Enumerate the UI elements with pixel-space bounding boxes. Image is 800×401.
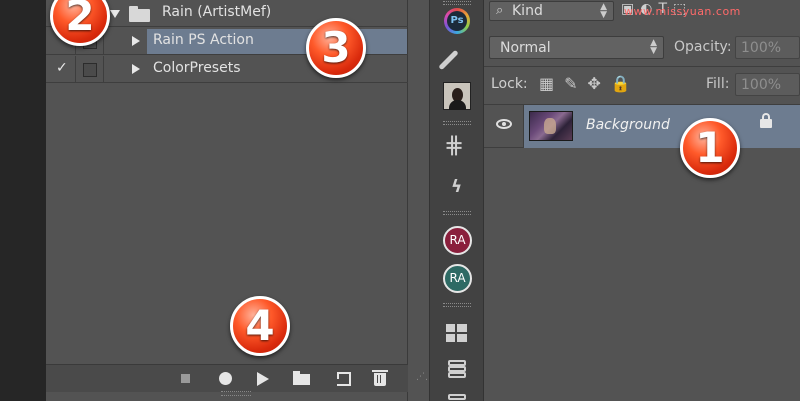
strip-separator[interactable] (443, 303, 471, 307)
tiles-icon[interactable] (446, 324, 467, 342)
dialog-toggle-box[interactable] (83, 63, 97, 77)
toggle-item-cell[interactable]: ✓ (46, 56, 76, 82)
visibility-toggle[interactable] (484, 105, 524, 148)
blend-mode-dropdown[interactable]: Normal ▲ ▼ (489, 36, 664, 59)
callout-3: 3 (306, 18, 366, 78)
expand-triangle-right-icon[interactable] (132, 36, 140, 46)
bolt-glyph: ϟ (451, 177, 463, 197)
kind-filter-label: Kind (512, 3, 543, 19)
dialog-toggle-cell[interactable] (76, 56, 104, 82)
brush-shape (438, 49, 459, 71)
callout-4: 4 (230, 296, 290, 356)
panel-divider (484, 66, 800, 67)
ps-badge-label: Ps (447, 11, 467, 31)
left-gutter (0, 0, 46, 401)
panel-drag-handle[interactable] (221, 391, 251, 396)
new-set-folder-icon[interactable] (293, 371, 310, 385)
checkmark-icon[interactable]: ✓ (56, 60, 68, 76)
layer-name[interactable]: Background (586, 117, 670, 133)
fill-value: 100% (741, 77, 782, 93)
search-icon: ⌕ (496, 3, 504, 18)
callout-1: 1 (680, 118, 740, 178)
strip-separator[interactable] (443, 211, 471, 215)
action-set-label: Rain (ArtistMef) (162, 4, 272, 20)
strip-separator[interactable] (443, 121, 471, 125)
dropdown-arrows-icon: ▲ ▼ (650, 38, 657, 56)
expand-triangle-right-icon[interactable] (132, 64, 140, 74)
grid-glyph: ⋕ (444, 131, 465, 159)
dropdown-arrows-icon: ▲ ▼ (600, 2, 607, 20)
expand-triangle-down-icon[interactable] (110, 10, 120, 18)
layers-icon[interactable] (446, 394, 468, 401)
opacity-label: Opacity: (674, 39, 732, 55)
eye-icon[interactable] (496, 119, 512, 129)
new-action-icon[interactable] (337, 372, 351, 386)
grid-icon[interactable]: ⋕ (442, 131, 472, 161)
brush-icon[interactable] (438, 44, 472, 74)
opacity-field[interactable]: 100% (735, 36, 800, 59)
action-set-folder-icon (129, 6, 150, 22)
kind-filter-dropdown[interactable]: ⌕ Kind ▲ ▼ (489, 1, 614, 21)
lock-icon[interactable] (760, 113, 772, 128)
fill-label: Fill: (706, 76, 730, 92)
portrait-icon[interactable] (443, 82, 471, 110)
strip-grip[interactable] (443, 1, 471, 5)
watermark-text: www.missyuan.com (624, 5, 741, 18)
ra-badge-icon[interactable]: RA (443, 226, 472, 255)
photoshop-badge-icon[interactable]: Ps (444, 8, 470, 34)
action-label: Rain PS Action (153, 32, 254, 48)
fill-field[interactable]: 100% (735, 73, 800, 96)
layers-icon[interactable] (446, 360, 468, 378)
action-label: ColorPresets (153, 60, 241, 76)
trash-icon[interactable] (372, 370, 388, 386)
layers-panel: ⌕ Kind ▲ ▼ ▣◐T⬚ www.missyuan.com Normal ▲… (484, 0, 800, 401)
lock-options-icons[interactable]: ▦✎✥🔒 (539, 74, 641, 93)
panel-icon-strip: Ps ⋕ ϟ RA RA (429, 0, 484, 401)
portrait-body (449, 100, 466, 110)
opacity-value: 100% (741, 40, 782, 56)
layer-row-background[interactable]: Background (484, 105, 800, 148)
blend-mode-value: Normal (500, 40, 551, 56)
actions-bottom-bar (46, 364, 408, 392)
stop-icon[interactable] (181, 374, 190, 383)
lock-label: Lock: (491, 76, 528, 92)
layer-thumbnail (529, 111, 573, 141)
play-icon[interactable] (257, 372, 269, 386)
ra-badge-icon[interactable]: RA (443, 264, 472, 293)
bolt-icon[interactable]: ϟ (442, 172, 472, 202)
record-icon[interactable] (219, 372, 232, 385)
